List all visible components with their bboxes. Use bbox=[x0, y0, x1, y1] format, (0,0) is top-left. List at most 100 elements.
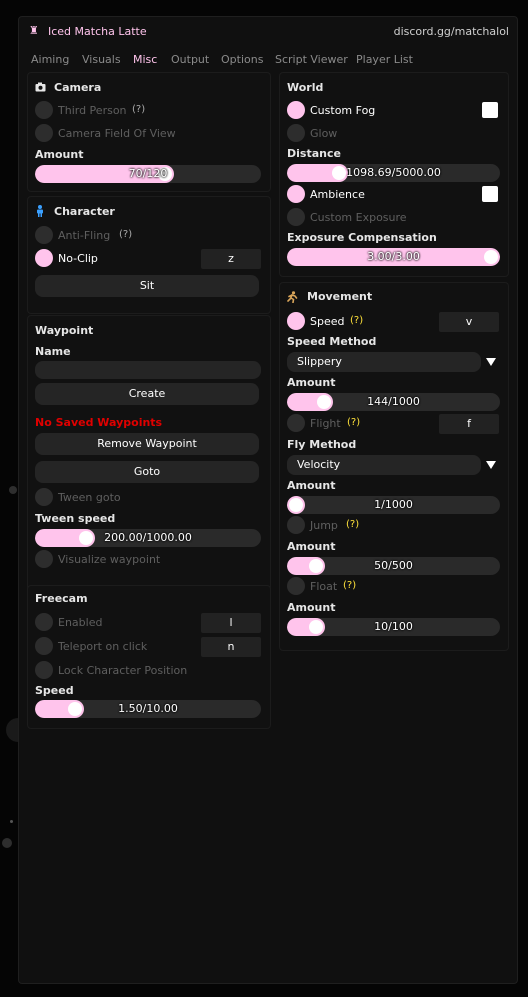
character-header: Character bbox=[54, 205, 115, 218]
slider-value: 1098.69/5000.00 bbox=[346, 166, 441, 179]
ambience-color-swatch[interactable] bbox=[482, 186, 498, 202]
camera-amount-slider[interactable]: 70/120 bbox=[35, 165, 261, 183]
teleport-on-click-checkbox[interactable] bbox=[35, 637, 53, 655]
custom-exposure-toggle[interactable]: Custom Exposure bbox=[287, 208, 467, 228]
float-help-icon[interactable]: (?) bbox=[343, 580, 356, 591]
slider-value: 70/120 bbox=[128, 167, 168, 180]
speed-help-icon[interactable]: (?) bbox=[350, 315, 363, 326]
camera-fov-checkbox[interactable] bbox=[35, 124, 53, 142]
float-amount-slider[interactable]: 10/100 bbox=[287, 618, 500, 636]
freecam-enabled-checkbox[interactable] bbox=[35, 613, 53, 631]
fly-method-dropdown[interactable]: Velocity bbox=[287, 455, 481, 475]
teleport-keybind[interactable]: n bbox=[201, 637, 261, 657]
freecam-keybind[interactable]: l bbox=[201, 613, 261, 633]
slider-value: 144/1000 bbox=[367, 395, 420, 408]
freecam-speed-slider[interactable]: 1.50/10.00 bbox=[35, 700, 261, 718]
third-person-toggle[interactable]: Third Person (?) bbox=[35, 101, 265, 121]
title-bar[interactable]: ♜ Iced Matcha Latte discord.gg/matchalol bbox=[19, 17, 517, 47]
jump-help-icon[interactable]: (?) bbox=[346, 519, 359, 530]
ambience-checkbox[interactable] bbox=[287, 185, 305, 203]
float-toggle[interactable]: Float (?) bbox=[287, 577, 437, 597]
world-panel: World Custom Fog Glow Distance 1098.69/5… bbox=[279, 72, 509, 277]
custom-fog-checkbox[interactable] bbox=[287, 101, 305, 119]
speed-amount-label: Amount bbox=[287, 376, 336, 389]
anti-fling-toggle[interactable]: Anti-Fling (?) bbox=[35, 226, 265, 246]
fly-amount-label: Amount bbox=[287, 479, 336, 492]
world-header: World bbox=[287, 81, 324, 94]
speed-label: Speed bbox=[310, 315, 345, 328]
custom-exposure-checkbox[interactable] bbox=[287, 208, 305, 226]
tab-output[interactable]: Output bbox=[171, 53, 209, 66]
speed-method-dropdown[interactable]: Slippery bbox=[287, 352, 481, 372]
tween-goto-checkbox[interactable] bbox=[35, 488, 53, 506]
speed-toggle[interactable]: Speed (?) bbox=[287, 312, 437, 332]
fog-color-swatch[interactable] bbox=[482, 102, 498, 118]
matcha-logo-icon: ♜ bbox=[29, 24, 39, 37]
visualize-waypoint-toggle[interactable]: Visualize waypoint bbox=[35, 550, 265, 570]
freecam-header: Freecam bbox=[35, 592, 88, 605]
visualize-waypoint-checkbox[interactable] bbox=[35, 550, 53, 568]
tween-speed-label: Tween speed bbox=[35, 512, 116, 525]
freecam-panel: Freecam Enabled l Teleport on click n Lo… bbox=[27, 585, 271, 729]
waypoint-header: Waypoint bbox=[35, 324, 94, 337]
tab-aiming[interactable]: Aiming bbox=[31, 53, 69, 66]
teleport-on-click-toggle[interactable]: Teleport on click bbox=[35, 637, 205, 657]
speed-amount-slider[interactable]: 144/1000 bbox=[287, 393, 500, 411]
goto-button[interactable]: Goto bbox=[35, 461, 259, 483]
tab-script-viewer[interactable]: Script Viewer bbox=[275, 53, 348, 66]
speed-keybind[interactable]: v bbox=[439, 312, 499, 332]
freecam-enabled-toggle[interactable]: Enabled bbox=[35, 613, 205, 633]
custom-fog-toggle[interactable]: Custom Fog bbox=[287, 101, 467, 121]
slider-value: 10/100 bbox=[374, 620, 413, 633]
tween-speed-slider[interactable]: 200.00/1000.00 bbox=[35, 529, 261, 547]
no-clip-toggle[interactable]: No-Clip bbox=[35, 249, 205, 269]
background-particle bbox=[2, 838, 12, 848]
no-clip-keybind[interactable]: z bbox=[201, 249, 261, 269]
remove-waypoint-button[interactable]: Remove Waypoint bbox=[35, 433, 259, 455]
exposure-slider[interactable]: 3.00/3.00 bbox=[287, 248, 500, 266]
anti-fling-label: Anti-Fling bbox=[58, 229, 111, 242]
float-checkbox[interactable] bbox=[287, 577, 305, 595]
lock-character-toggle[interactable]: Lock Character Position bbox=[35, 661, 265, 681]
jump-amount-label: Amount bbox=[287, 540, 336, 553]
no-clip-checkbox[interactable] bbox=[35, 249, 53, 267]
glow-label: Glow bbox=[310, 127, 338, 140]
tween-goto-label: Tween goto bbox=[58, 491, 121, 504]
speed-checkbox[interactable] bbox=[287, 312, 305, 330]
anti-fling-help-icon[interactable]: (?) bbox=[119, 229, 132, 240]
anti-fling-checkbox[interactable] bbox=[35, 226, 53, 244]
camera-fov-toggle[interactable]: Camera Field Of View bbox=[35, 124, 265, 144]
distance-slider[interactable]: 1098.69/5000.00 bbox=[287, 164, 500, 182]
lock-character-checkbox[interactable] bbox=[35, 661, 53, 679]
tween-goto-toggle[interactable]: Tween goto bbox=[35, 488, 265, 508]
waypoint-name-label: Name bbox=[35, 345, 71, 358]
speed-method-chevron-down-icon[interactable] bbox=[486, 358, 496, 366]
jump-amount-slider[interactable]: 50/500 bbox=[287, 557, 500, 575]
tab-options[interactable]: Options bbox=[221, 53, 263, 66]
jump-toggle[interactable]: Jump (?) bbox=[287, 516, 437, 536]
sit-button[interactable]: Sit bbox=[35, 275, 259, 297]
flight-toggle[interactable]: Flight (?) bbox=[287, 414, 437, 434]
tab-misc[interactable]: Misc bbox=[133, 53, 157, 66]
movement-header: Movement bbox=[307, 290, 373, 303]
waypoint-name-input[interactable] bbox=[35, 361, 261, 379]
fly-amount-slider[interactable]: 1/1000 bbox=[287, 496, 500, 514]
flight-keybind[interactable]: f bbox=[439, 414, 499, 434]
discord-link[interactable]: discord.gg/matchalol bbox=[394, 25, 509, 38]
third-person-help-icon[interactable]: (?) bbox=[132, 104, 145, 115]
freecam-enabled-label: Enabled bbox=[58, 616, 103, 629]
distance-label: Distance bbox=[287, 147, 341, 160]
flight-help-icon[interactable]: (?) bbox=[347, 417, 360, 428]
create-waypoint-button[interactable]: Create bbox=[35, 383, 259, 405]
third-person-checkbox[interactable] bbox=[35, 101, 53, 119]
background-particle bbox=[9, 486, 17, 494]
flight-checkbox[interactable] bbox=[287, 414, 305, 432]
jump-checkbox[interactable] bbox=[287, 516, 305, 534]
glow-toggle[interactable]: Glow bbox=[287, 124, 467, 144]
tab-player-list[interactable]: Player List bbox=[356, 53, 413, 66]
glow-checkbox[interactable] bbox=[287, 124, 305, 142]
ambience-toggle[interactable]: Ambience bbox=[287, 185, 467, 205]
fly-method-chevron-down-icon[interactable] bbox=[486, 461, 496, 469]
float-label: Float bbox=[310, 580, 338, 593]
tab-visuals[interactable]: Visuals bbox=[82, 53, 121, 66]
